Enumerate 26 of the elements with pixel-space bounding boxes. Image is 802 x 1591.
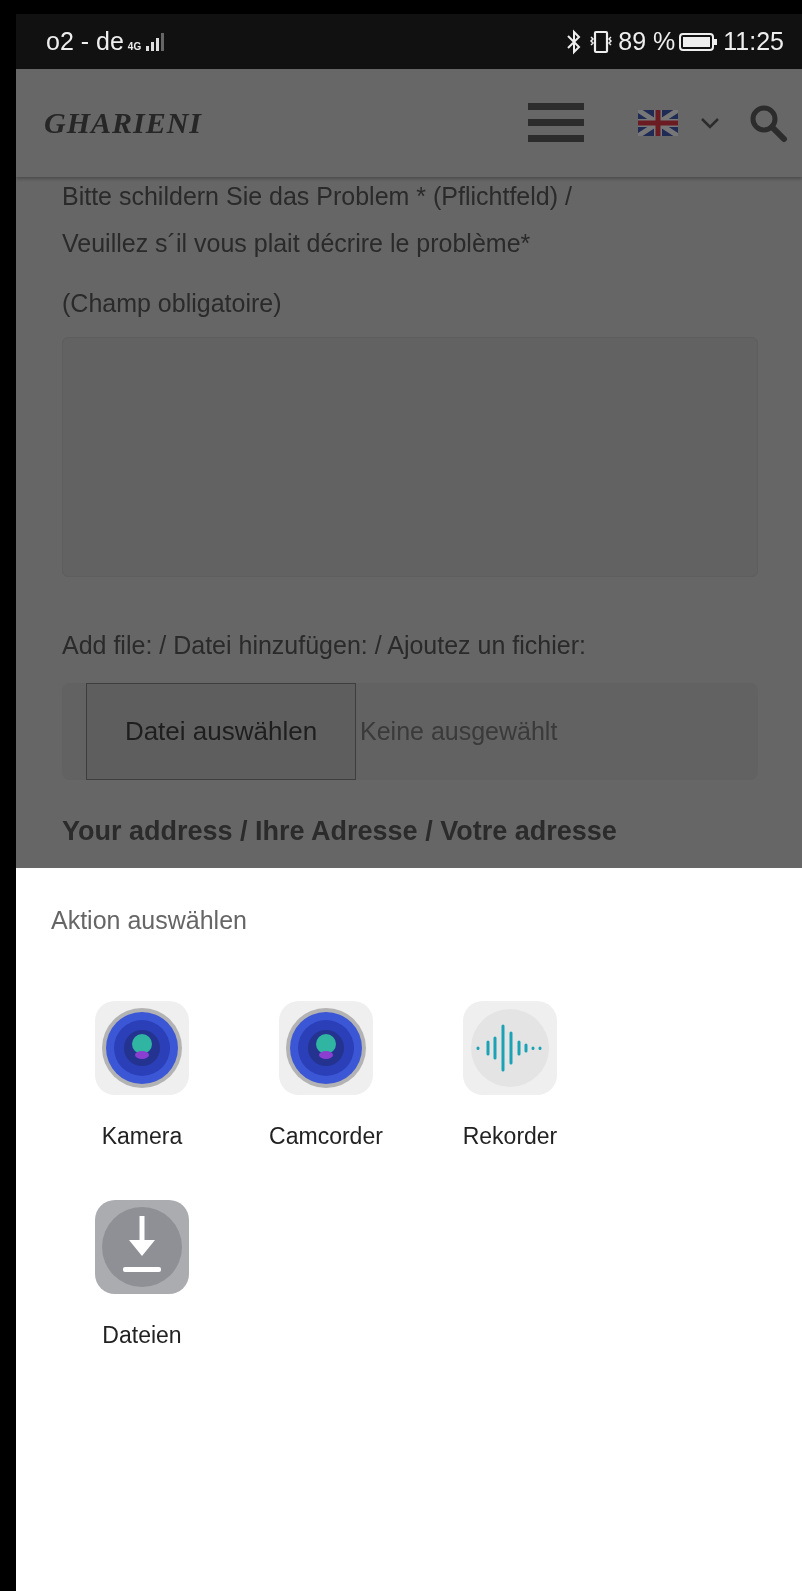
clock-time: 11:25 bbox=[723, 27, 784, 56]
menu-button[interactable] bbox=[528, 101, 584, 145]
field-label: Veuillez s´il vous plait décrire le problème* bbox=[62, 228, 532, 259]
battery-percent: 89 % bbox=[618, 27, 676, 56]
app-option[interactable]: Dateien bbox=[72, 1200, 212, 1349]
app-option[interactable]: Camcorder bbox=[256, 1001, 396, 1150]
vibrate-icon bbox=[588, 28, 615, 55]
flag-icon bbox=[638, 110, 678, 136]
sheet-title: Aktion auswählen bbox=[50, 905, 248, 935]
section-heading: Your address / Ihre Adresse / Votre adresse bbox=[62, 815, 618, 848]
app-option[interactable]: Kamera bbox=[72, 1001, 212, 1150]
search-button[interactable] bbox=[748, 103, 788, 143]
language-button[interactable] bbox=[638, 110, 720, 136]
network-type: 4G bbox=[127, 41, 142, 52]
field-label: Add file: / Datei hinzufügen: / Ajoutez un fichier: bbox=[62, 630, 587, 661]
app-option[interactable]: Rekorder bbox=[440, 1001, 580, 1150]
field-label: Bitte schildern Sie das Problem * (Pflichtfeld) / bbox=[62, 181, 573, 212]
camera-lens-icon bbox=[95, 1001, 189, 1095]
chevron-down-icon bbox=[700, 116, 720, 130]
carrier-name: o2 - de bbox=[46, 27, 124, 56]
camera-lens-icon bbox=[279, 1001, 373, 1095]
field-label: (Champ obligatoire) bbox=[62, 288, 283, 319]
menu-icon bbox=[528, 101, 584, 145]
sound-wave-icon bbox=[463, 1001, 557, 1095]
search-icon bbox=[748, 103, 788, 143]
battery-icon bbox=[679, 31, 720, 52]
